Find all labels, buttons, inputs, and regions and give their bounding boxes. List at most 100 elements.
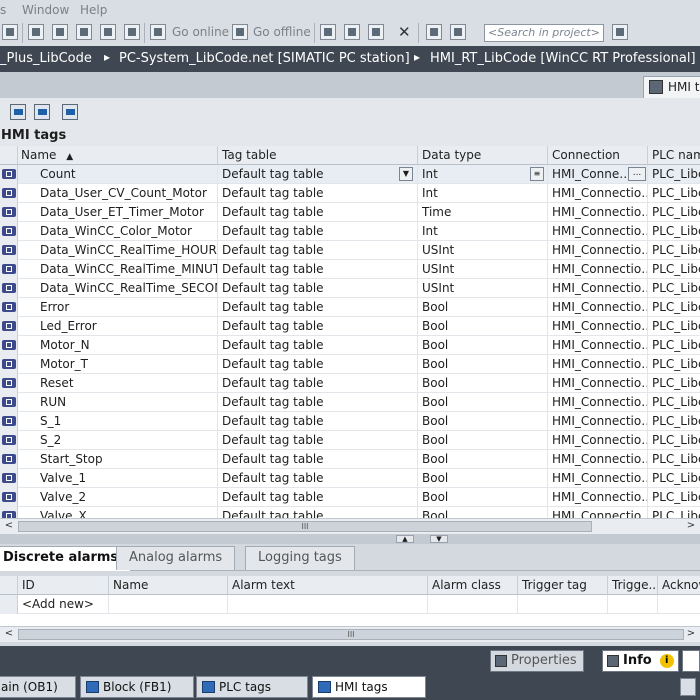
connection-cell[interactable]: HMI_Connectio… — [548, 336, 648, 355]
tag-table-cell[interactable]: Default tag table — [218, 317, 418, 336]
row-header[interactable] — [0, 393, 18, 412]
breadcrumb-station[interactable]: PC-System_LibCode.net [SIMATIC PC statio… — [119, 51, 410, 66]
column-header-acknowledgement[interactable]: Acknow — [658, 576, 700, 595]
monitor-icon[interactable] — [368, 24, 384, 40]
add-row-icon[interactable] — [34, 104, 50, 120]
plc-name-cell[interactable]: PLC_Libc — [648, 469, 700, 488]
data-type-cell[interactable]: Time — [418, 203, 548, 222]
row-header[interactable] — [0, 450, 18, 469]
tag-name-cell[interactable]: Start_Stop — [18, 450, 218, 469]
connection-browse-button[interactable]: ... — [628, 167, 646, 181]
table-row[interactable]: Valve_X Default tag table Bool HMI_Connecti… — [0, 507, 700, 518]
compile-icon[interactable] — [28, 24, 44, 40]
tag-name-cell[interactable]: S_1 — [18, 412, 218, 431]
tag-table-cell[interactable]: Default tag table — [218, 374, 418, 393]
connection-cell[interactable]: HMI_Connectio… — [548, 431, 648, 450]
connection-cell[interactable]: HMI_Connectio… — [548, 374, 648, 393]
row-header[interactable] — [0, 507, 18, 518]
add-new-row[interactable]: <Add new> — [0, 595, 700, 614]
tag-table-cell[interactable]: Default tag table — [218, 184, 418, 203]
connection-cell[interactable]: HMI_Connectio… — [548, 507, 648, 518]
empty-cell[interactable] — [608, 595, 658, 614]
insert-row-icon[interactable] — [10, 104, 26, 120]
plc-name-cell[interactable]: PLC_Libc — [648, 279, 700, 298]
table-row[interactable]: S_2 Default tag table Bool HMI_Connectio… PL… — [0, 431, 700, 450]
go-online-button[interactable]: Go online — [172, 25, 229, 39]
row-header[interactable] — [0, 165, 18, 184]
tab-logging-tags[interactable]: Logging tags — [245, 546, 355, 570]
tag-table-cell[interactable]: Default tag table — [218, 279, 418, 298]
table-row[interactable]: Data_WinCC_Color_Motor Default tag table I… — [0, 222, 700, 241]
connection-cell[interactable]: HMI_Connectio… — [548, 412, 648, 431]
connection-cell[interactable]: HMI_Connectio… — [548, 298, 648, 317]
search-input[interactable]: <Search in project> — [484, 24, 604, 42]
go-offline-icon[interactable] — [232, 24, 248, 40]
tag-table-hscrollbar[interactable]: < III > — [0, 518, 700, 534]
tag-table-cell[interactable]: Default tag table — [218, 241, 418, 260]
tag-name-cell[interactable]: Data_User_CV_Count_Motor — [18, 184, 218, 203]
tag-table-cell[interactable]: Default tag table — [218, 203, 418, 222]
data-type-cell[interactable]: Int — [418, 165, 548, 184]
plc-name-cell[interactable]: PLC_Libc — [648, 203, 700, 222]
row-header[interactable] — [0, 431, 18, 450]
scroll-right-icon[interactable]: > — [684, 520, 698, 533]
tag-table-cell[interactable]: Default tag table — [218, 393, 418, 412]
go-online-icon[interactable] — [150, 24, 166, 40]
tag-name-cell[interactable]: Led_Error — [18, 317, 218, 336]
data-type-cell[interactable]: Bool — [418, 298, 548, 317]
go-offline-button[interactable]: Go offline — [253, 25, 311, 39]
table-row[interactable]: Data_WinCC_RealTime_HOUR Default tag tabl… — [0, 241, 700, 260]
diagnostics-tab-icon[interactable] — [682, 650, 700, 672]
column-header-name[interactable]: Name ▲ — [18, 146, 218, 165]
data-type-cell[interactable]: Bool — [418, 450, 548, 469]
row-header[interactable] — [0, 222, 18, 241]
tag-name-cell[interactable]: Data_WinCC_RealTime_MINUTE — [18, 260, 218, 279]
table-row[interactable]: S_1 Default tag table Bool HMI_Connectio… PL… — [0, 412, 700, 431]
tag-name-cell[interactable]: Data_User_ET_Timer_Motor — [18, 203, 218, 222]
menu-item-fragment[interactable]: s — [0, 3, 6, 17]
connection-cell[interactable]: HMI_Connectio… — [548, 222, 648, 241]
row-header[interactable] — [0, 355, 18, 374]
plc-name-cell[interactable]: PLC_Libc — [648, 393, 700, 412]
data-type-cell[interactable]: Bool — [418, 336, 548, 355]
table-row[interactable]: Data_WinCC_RealTime_SECOND Default tag ta… — [0, 279, 700, 298]
empty-cell[interactable] — [228, 595, 428, 614]
connection-cell[interactable]: HMI_Connectio… — [548, 450, 648, 469]
breadcrumb-project[interactable]: _Plus_LibCode — [0, 51, 92, 66]
row-header[interactable] — [0, 260, 18, 279]
data-type-cell[interactable]: Int — [418, 222, 548, 241]
connection-cell[interactable]: HMI_Connectio… — [548, 393, 648, 412]
connection-cell[interactable]: HMI_Connectio… — [548, 260, 648, 279]
plc-name-cell[interactable]: PLC_Libc — [648, 412, 700, 431]
splitter-up-icon[interactable]: ▲ — [396, 535, 414, 543]
scroll-left-icon[interactable]: < — [2, 520, 16, 533]
start-simulation-icon[interactable] — [124, 24, 140, 40]
row-header[interactable] — [0, 184, 18, 203]
tag-name-cell[interactable]: Motor_T — [18, 355, 218, 374]
scrollbar-thumb[interactable]: III — [18, 521, 592, 532]
connection-cell[interactable]: HMI_Connectio… — [548, 184, 648, 203]
column-header-alarm-text[interactable]: Alarm text — [228, 576, 428, 595]
split-vertical-icon[interactable] — [450, 24, 466, 40]
column-header-name[interactable]: Name — [109, 576, 228, 595]
table-row[interactable]: Led_Error Default tag table Bool HMI_Connec… — [0, 317, 700, 336]
empty-cell[interactable] — [518, 595, 608, 614]
tag-name-cell[interactable]: Count — [18, 165, 218, 184]
plc-name-cell[interactable]: PLC_Libc — [648, 298, 700, 317]
tag-name-cell[interactable]: Valve_1 — [18, 469, 218, 488]
scroll-left-icon[interactable]: < — [2, 628, 16, 641]
table-row[interactable]: Error Default tag table Bool HMI_Connectio…… — [0, 298, 700, 317]
row-header[interactable] — [0, 336, 18, 355]
upload-device-icon[interactable] — [76, 24, 92, 40]
tag-table-cell[interactable]: Default tag table — [218, 488, 418, 507]
close-icon[interactable]: ✕ — [398, 23, 411, 41]
table-row[interactable]: Valve_1 Default tag table Bool HMI_Connecti… — [0, 469, 700, 488]
tag-table-cell[interactable]: Default tag table — [218, 298, 418, 317]
column-header-alarm-class[interactable]: Alarm class — [428, 576, 518, 595]
properties-tab[interactable]: Properties — [490, 650, 584, 672]
connection-cell[interactable]: HMI_Connectio… — [548, 317, 648, 336]
search-icon[interactable] — [612, 24, 628, 40]
empty-cell[interactable] — [428, 595, 518, 614]
data-type-cell[interactable]: Bool — [418, 431, 548, 450]
tag-table-cell[interactable]: Default tag table — [218, 431, 418, 450]
